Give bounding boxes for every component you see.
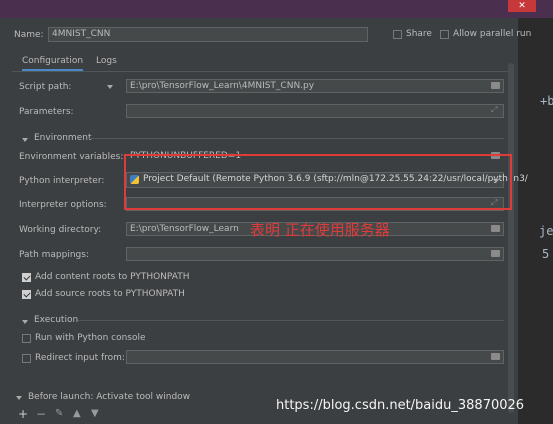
collapse-icon[interactable] xyxy=(22,320,28,324)
working-dir-label: Working directory: xyxy=(19,225,102,235)
add-icon[interactable]: + xyxy=(18,407,28,421)
redirect-input-label: Redirect input from: xyxy=(35,353,125,363)
folder-icon[interactable] xyxy=(491,353,500,360)
remove-icon[interactable]: − xyxy=(36,407,46,421)
interpreter-options-label: Interpreter options: xyxy=(19,200,107,210)
annotation-text: 表明 正在使用服务器 xyxy=(250,221,390,239)
background-editor: +b je 5 xyxy=(518,18,553,424)
folder-icon[interactable] xyxy=(491,250,500,257)
script-path-field[interactable]: E:\pro\TensorFlow_Learn\4MNIST_CNN.py xyxy=(126,79,504,93)
parameters-label: Parameters: xyxy=(19,107,74,117)
close-button[interactable]: ✕ xyxy=(508,0,536,12)
python-console-checkbox[interactable] xyxy=(22,334,31,343)
editor-fragment: je xyxy=(539,224,553,238)
before-launch-label: Before launch: Activate tool window xyxy=(28,392,191,402)
tab-divider xyxy=(12,71,508,72)
interpreter-label: Python interpreter: xyxy=(19,176,105,186)
path-mappings-field[interactable] xyxy=(126,247,504,261)
expand-icon[interactable]: ⤢ xyxy=(491,105,500,114)
add-source-roots-label: Add source roots to PYTHONPATH xyxy=(35,289,185,299)
tab-configuration[interactable]: Configuration xyxy=(22,56,84,71)
redirect-input-field[interactable] xyxy=(126,350,504,364)
edit-pencil-icon[interactable]: ✎ xyxy=(55,408,63,419)
run-configuration-dialog: Name: 4MNIST_CNN Allow parallel run Shar… xyxy=(0,18,531,424)
add-content-roots-checkbox[interactable] xyxy=(22,273,31,282)
editor-fragment: 5 xyxy=(542,247,550,261)
move-down-icon[interactable]: ▼ xyxy=(91,408,99,419)
name-label: Name: xyxy=(14,30,44,40)
folder-icon[interactable] xyxy=(491,82,500,89)
name-field[interactable]: 4MNIST_CNN xyxy=(48,27,368,42)
path-mappings-label: Path mappings: xyxy=(19,250,89,260)
folder-icon[interactable] xyxy=(491,225,500,232)
redirect-input-checkbox[interactable] xyxy=(22,354,31,363)
share-checkbox[interactable] xyxy=(393,30,402,39)
tab-logs[interactable]: Logs xyxy=(96,56,117,66)
share-label: Share xyxy=(406,29,432,39)
env-vars-label: Environment variables: xyxy=(19,152,124,162)
allow-parallel-checkbox[interactable] xyxy=(440,30,449,39)
watermark: https://blog.csdn.net/baidu_38870026 xyxy=(276,398,525,413)
add-content-roots-label: Add content roots to PYTHONPATH xyxy=(35,272,190,282)
section-divider xyxy=(88,138,504,139)
python-console-label: Run with Python console xyxy=(35,333,146,343)
environment-section-label: Environment xyxy=(34,133,92,143)
collapse-icon[interactable] xyxy=(22,138,28,142)
collapse-icon[interactable] xyxy=(16,396,22,400)
execution-section-label: Execution xyxy=(34,315,79,325)
section-divider xyxy=(78,320,504,321)
chevron-down-icon[interactable] xyxy=(107,85,113,89)
allow-parallel-label: Allow parallel run xyxy=(453,29,532,39)
parameters-field[interactable]: ⤢ xyxy=(126,104,504,118)
script-path-label: Script path: xyxy=(19,82,72,92)
add-source-roots-checkbox[interactable] xyxy=(22,290,31,299)
highlight-box xyxy=(124,154,512,210)
move-up-icon[interactable]: ▲ xyxy=(73,408,81,419)
editor-fragment: +b xyxy=(540,94,553,108)
scrollbar[interactable] xyxy=(508,63,514,413)
title-bar: ✕ xyxy=(0,0,553,18)
